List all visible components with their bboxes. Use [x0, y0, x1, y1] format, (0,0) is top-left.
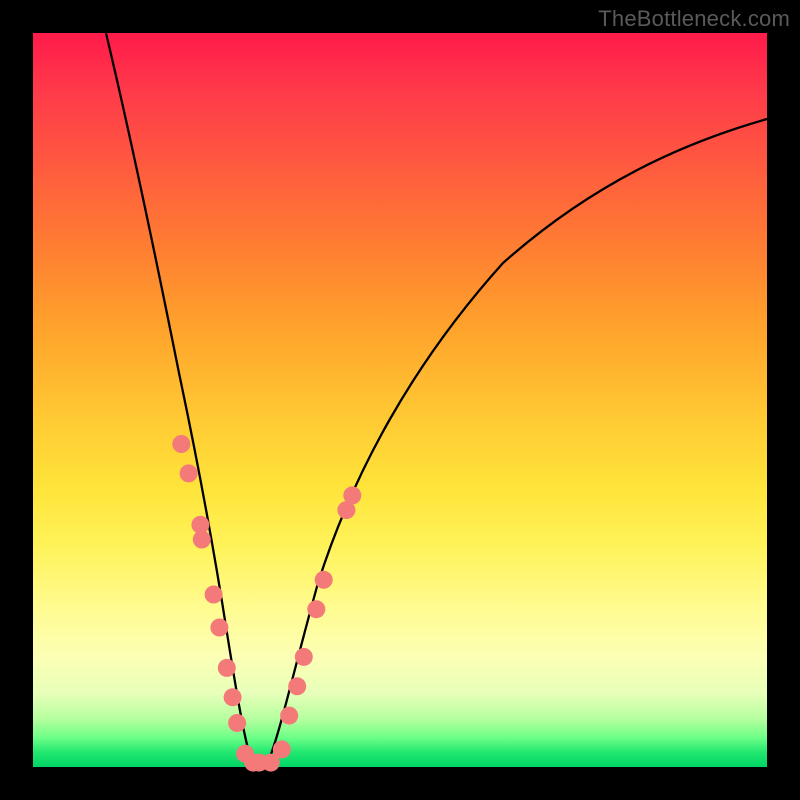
data-marker [307, 600, 325, 618]
chart-plot-area [33, 33, 767, 767]
data-marker [218, 659, 236, 677]
data-marker [228, 714, 246, 732]
data-marker [288, 677, 306, 695]
data-marker [315, 571, 333, 589]
data-marker [343, 486, 361, 504]
data-marker [193, 531, 211, 549]
data-marker [224, 688, 242, 706]
data-marker [180, 464, 198, 482]
chart-curve-layer [33, 33, 767, 767]
data-marker [273, 740, 291, 758]
data-marker [205, 586, 223, 604]
watermark-label: TheBottleneck.com [598, 6, 790, 32]
data-marker [280, 707, 298, 725]
data-marker [210, 619, 228, 637]
chart-frame: TheBottleneck.com [0, 0, 800, 800]
data-marker [295, 648, 313, 666]
data-marker [172, 435, 190, 453]
curve-right-branch [268, 119, 767, 762]
curve-left-branch [106, 33, 251, 760]
